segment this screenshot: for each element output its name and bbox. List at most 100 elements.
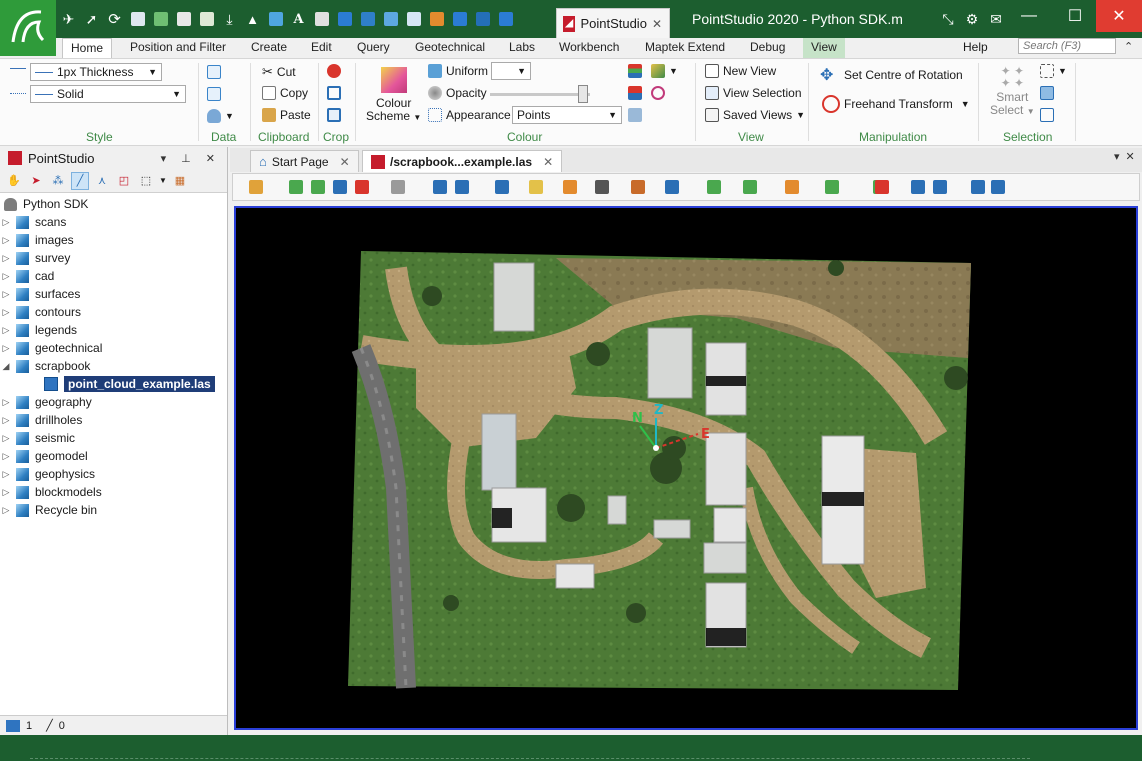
tree-item-recycle-bin[interactable]: ▷ Recycle bin xyxy=(0,501,227,519)
tree-item-contours[interactable]: ▷ contours xyxy=(0,303,227,321)
chevron-right-icon[interactable]: ▷ xyxy=(0,505,12,516)
plane-icon[interactable] xyxy=(785,180,799,194)
appearance-dropdown[interactable]: Points ▼ xyxy=(512,106,622,124)
tree-item-legends[interactable]: ▷ legends xyxy=(0,321,227,339)
database-icon[interactable]: ▼ xyxy=(207,109,234,123)
copy-button[interactable]: Copy xyxy=(262,86,308,100)
smart-select-button[interactable]: ✦ ✦ ✦ ✦ Smart Select ▼ xyxy=(990,65,1035,118)
zoom-extent-icon[interactable] xyxy=(289,180,303,194)
colour-swap-icon[interactable] xyxy=(628,86,642,100)
close-icon[interactable]: ✕ xyxy=(652,17,662,31)
opacity-slider[interactable] xyxy=(490,85,590,103)
crop-icon[interactable] xyxy=(327,86,341,100)
filter-icon[interactable]: ➚ xyxy=(81,8,102,30)
chevron-down-icon[interactable]: ◢ xyxy=(0,361,12,372)
document-controls-icon[interactable]: ▾✕ xyxy=(1114,150,1141,163)
pan-icon[interactable] xyxy=(333,180,347,194)
box-icon[interactable] xyxy=(380,8,401,30)
measure-icon[interactable] xyxy=(631,180,645,194)
tree-item-geotechnical[interactable]: ▷ geotechnical xyxy=(0,339,227,357)
refresh-icon[interactable]: ⟳ xyxy=(104,8,125,30)
tree-item-geomodel[interactable]: ▷ geomodel xyxy=(0,447,227,465)
colour-table-icon[interactable] xyxy=(628,108,642,122)
capture-icon[interactable] xyxy=(911,180,925,194)
chart-icon[interactable] xyxy=(311,8,332,30)
uniform-button[interactable]: Uniform xyxy=(428,64,488,78)
zoom-window-icon[interactable] xyxy=(311,180,325,194)
chevron-up-icon[interactable]: ⌃ xyxy=(1124,40,1133,53)
chevron-right-icon[interactable]: ▷ xyxy=(0,343,12,354)
move-icon[interactable] xyxy=(707,180,721,194)
tab-debug[interactable]: Debug xyxy=(750,38,785,58)
thickness-dropdown[interactable]: 1px Thickness ▼ xyxy=(30,63,162,81)
select-mode-icon[interactable]: ▼ xyxy=(1040,64,1067,78)
cube-view-icon[interactable] xyxy=(249,180,263,194)
tab-workbench[interactable]: Workbench xyxy=(559,38,619,58)
panel-controls-icon[interactable]: ▾ ⊥ ✕ xyxy=(161,152,221,165)
appearance-button[interactable]: Appearance xyxy=(428,108,511,122)
crop-polygon-icon[interactable] xyxy=(327,108,341,122)
tree-item-geophysics[interactable]: ▷ geophysics xyxy=(0,465,227,483)
triangle-icon[interactable] xyxy=(495,180,509,194)
list-icon[interactable] xyxy=(173,8,194,30)
tab-query[interactable]: Query xyxy=(357,38,390,58)
window-icon[interactable] xyxy=(495,8,516,30)
tab-point-cloud[interactable]: /scrapbook...example.las ✕ xyxy=(362,150,563,172)
chevron-right-icon[interactable]: ▷ xyxy=(0,325,12,336)
chevron-right-icon[interactable]: ▷ xyxy=(0,415,12,426)
delete-icon[interactable] xyxy=(327,64,341,78)
mountain-icon[interactable]: ▲ xyxy=(242,8,263,30)
chevron-right-icon[interactable]: ▷ xyxy=(0,469,12,480)
grid-icon[interactable] xyxy=(426,8,447,30)
colour-clear-icon[interactable] xyxy=(651,86,665,100)
tree-item-point-cloud[interactable]: point_cloud_example.las xyxy=(0,375,227,393)
chevron-right-icon[interactable]: ▷ xyxy=(0,235,12,246)
tab-create[interactable]: Create xyxy=(251,38,287,58)
facet-select-icon[interactable]: ⋏ xyxy=(93,172,111,190)
table-icon[interactable] xyxy=(150,8,171,30)
network-icon[interactable] xyxy=(743,180,757,194)
opacity-slider-thumb[interactable] xyxy=(578,85,588,103)
mail-icon[interactable]: ✉ xyxy=(986,9,1006,29)
light-icon[interactable] xyxy=(529,180,543,194)
tree-item-drillholes[interactable]: ▷ drillholes xyxy=(0,411,227,429)
import-icon[interactable] xyxy=(207,65,221,79)
box-select-icon[interactable]: ◰ xyxy=(115,172,133,190)
console-icon[interactable] xyxy=(472,8,493,30)
set-centre-of-rotation-button[interactable]: ✥ Set Centre of Rotation xyxy=(820,65,963,85)
sheet-icon[interactable] xyxy=(196,8,217,30)
tab-view[interactable]: View xyxy=(803,38,845,58)
tree-item-images[interactable]: ▷ images xyxy=(0,231,227,249)
select-clear-icon[interactable] xyxy=(1040,108,1054,122)
list-view-icon[interactable] xyxy=(971,180,985,194)
tab-labs[interactable]: Labs xyxy=(509,38,535,58)
axes-icon[interactable] xyxy=(355,180,369,194)
chevron-right-icon[interactable]: ▷ xyxy=(0,217,12,228)
section-icon[interactable] xyxy=(665,180,679,194)
tree-item-cad[interactable]: ▷ cad xyxy=(0,267,227,285)
point-cloud-render[interactable]: N Z E xyxy=(236,208,1136,728)
layout-icon[interactable] xyxy=(991,180,1005,194)
line-style-dropdown[interactable]: Solid ▼ xyxy=(30,85,186,103)
chevron-right-icon[interactable]: ▷ xyxy=(0,253,12,264)
colour-legend-icon[interactable] xyxy=(628,64,642,78)
tree-item-scrapbook[interactable]: ◢ scrapbook xyxy=(0,357,227,375)
gear-icon[interactable]: ⚙ xyxy=(962,9,982,29)
polygon-icon[interactable] xyxy=(825,180,839,194)
opacity-button[interactable]: Opacity xyxy=(428,86,487,100)
chevron-right-icon[interactable]: ▷ xyxy=(0,397,12,408)
close-icon[interactable]: ✕ xyxy=(543,155,553,169)
tab-position-and-filter[interactable]: Position and Filter xyxy=(130,38,226,58)
tag-icon[interactable] xyxy=(357,8,378,30)
tree-item-surfaces[interactable]: ▷ surfaces xyxy=(0,285,227,303)
uniform-colour-dropdown[interactable]: ▼ xyxy=(491,62,531,80)
new-view-button[interactable]: New View xyxy=(705,64,776,78)
close-icon[interactable]: ✕ xyxy=(340,155,350,169)
download-icon[interactable]: ⤓ xyxy=(219,8,240,30)
search-input[interactable]: Search (F3) xyxy=(1018,38,1116,54)
freehand-transform-button[interactable]: Freehand Transform ▼ xyxy=(822,95,970,113)
chevron-right-icon[interactable]: ▷ xyxy=(0,289,12,300)
play-icon[interactable] xyxy=(933,180,947,194)
chevron-down-icon[interactable]: ▼ xyxy=(159,172,167,190)
tree-root[interactable]: Python SDK xyxy=(0,195,227,213)
